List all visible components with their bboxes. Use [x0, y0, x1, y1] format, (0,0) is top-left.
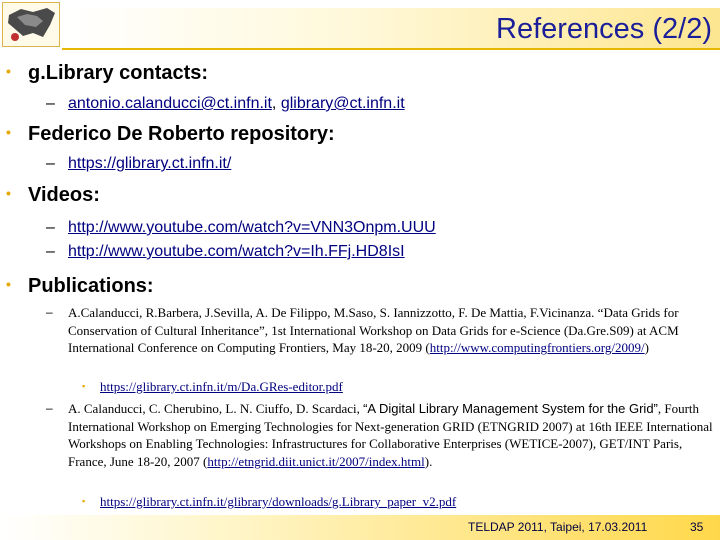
footer-event: TELDAP 2011, Taipei, 17.03.2011	[468, 520, 648, 534]
video-line-2: – http://www.youtube.com/watch?v=Ih.FFj.H…	[46, 243, 405, 261]
logo	[2, 2, 60, 47]
square-bullet-icon: ▪	[82, 496, 86, 506]
footer-bar: TELDAP 2011, Taipei, 17.03.2011 35	[0, 515, 720, 540]
publication-1: – A.Calanducci, R.Barbera, J.Sevilla, A.…	[46, 305, 679, 356]
dash-icon: –	[46, 95, 55, 112]
dash-icon: –	[46, 305, 53, 319]
contact-email-link-1[interactable]: antonio.calanducci@ct.infn.it	[68, 95, 272, 112]
publication-2-workshop-link[interactable]: http://etngrid.diit.unict.it/2007/index.…	[207, 454, 424, 469]
heading-videos: • Videos:	[6, 184, 100, 206]
square-bullet-icon: ▪	[82, 381, 86, 391]
bullet-icon: •	[6, 124, 11, 140]
video-line-1: – http://www.youtube.com/watch?v=VNN3Onpm…	[46, 219, 436, 237]
publication-1-conference-link[interactable]: http://www.computingfrontiers.org/2009/	[430, 340, 645, 355]
publication-1-pdf-line: ▪ https://glibrary.ct.infn.it/m/Da.GRes-e…	[82, 379, 343, 395]
heading-contacts: • g.Library contacts:	[6, 62, 209, 84]
bullet-icon: •	[6, 276, 11, 292]
heading-repository: • Federico De Roberto repository:	[6, 123, 335, 145]
dash-icon: –	[46, 155, 55, 172]
sicily-map-logo-icon	[8, 8, 55, 41]
heading-publications: • Publications:	[6, 275, 154, 297]
dash-icon: –	[46, 219, 55, 236]
publication-2: – A. Calanducci, C. Cherubino, L. N. Ciu…	[46, 401, 713, 469]
contacts-line: – antonio.calanducci@ct.infn.it, glibrary…	[46, 95, 405, 112]
repository-link[interactable]: https://glibrary.ct.infn.it/	[68, 155, 231, 172]
page-title: References (2/2)	[496, 13, 712, 45]
publication-2-pdf-line: ▪ https://glibrary.ct.infn.it/glibrary/do…	[82, 494, 456, 510]
contact-email-link-2[interactable]: glibrary@ct.infn.it	[281, 95, 405, 112]
dash-icon: –	[46, 401, 53, 415]
repository-line: – https://glibrary.ct.infn.it/	[46, 155, 231, 173]
header-divider	[62, 48, 720, 50]
bullet-icon: •	[6, 185, 11, 201]
video-link-2[interactable]: http://www.youtube.com/watch?v=Ih.FFj.HD…	[68, 243, 405, 260]
publication-2-pdf-link[interactable]: https://glibrary.ct.infn.it/glibrary/dow…	[100, 494, 456, 509]
publication-1-pdf-link[interactable]: https://glibrary.ct.infn.it/m/Da.GRes-ed…	[100, 379, 343, 394]
page-number: 35	[690, 520, 704, 534]
bullet-icon: •	[6, 63, 11, 79]
video-link-1[interactable]: http://www.youtube.com/watch?v=VNN3Onpm.…	[68, 219, 436, 236]
dash-icon: –	[46, 243, 55, 260]
publication-2-title: “A Digital Library Management System for…	[363, 401, 658, 416]
